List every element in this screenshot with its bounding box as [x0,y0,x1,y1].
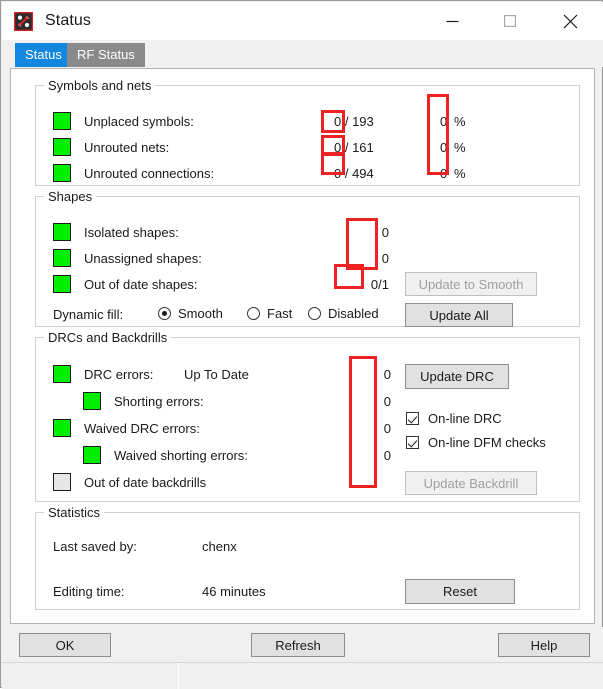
value-editing-time: 46 minutes [202,584,266,599]
maximize-icon [504,15,516,27]
title-bar: Status [2,2,603,40]
percent-unit-unrouted-nets: % [454,140,466,155]
update-backdrill-button[interactable]: Update Backdrill [405,471,537,495]
status-square-waived-drc-errors [53,419,71,437]
refresh-button[interactable]: Refresh [251,633,345,657]
label-out-of-date-shapes: Out of date shapes: [84,277,198,292]
label-drc-errors-state: Up To Date [184,367,249,382]
radio-dynamic-fill-smooth[interactable]: Smooth [158,306,223,321]
label-unplaced-symbols: Unplaced symbols: [84,114,194,129]
maximize-button[interactable] [487,2,533,40]
close-button[interactable] [547,2,593,40]
label-isolated-shapes: Isolated shapes: [84,225,179,240]
label-waived-drc-errors: Waived DRC errors: [84,421,200,436]
value-unrouted-nets: 0 / 161 [334,140,374,155]
update-to-smooth-button[interactable]: Update to Smooth [405,272,537,296]
group-title-drcs-and-backdrills: DRCs and Backdrills [44,330,172,345]
group-title-symbols-and-nets: Symbols and nets [44,78,156,93]
checkbox-online-dfm-checks[interactable]: On-line DFM checks [406,435,546,450]
tab-status[interactable]: Status [15,43,72,67]
percent-unrouted-nets: 0 [440,140,448,155]
percent-unrouted-connections: 0 [440,166,448,181]
radio-disabled-indicator [308,307,321,320]
checkbox-online-drc-indicator [406,412,419,425]
update-all-button[interactable]: Update All [405,303,513,327]
status-square-unassigned-shapes [53,249,71,267]
minimize-icon [446,20,458,22]
status-square-drc-errors [53,365,71,383]
close-icon [563,14,577,28]
group-shapes: Shapes Isolated shapes: Unassigned shape… [35,189,580,327]
checkbox-online-dfm-indicator [406,436,419,449]
percent-unit-unrouted-connections: % [454,166,466,181]
label-unrouted-connections: Unrouted connections: [84,166,215,181]
group-drcs-and-backdrills: DRCs and Backdrills DRC errors: Up To Da… [35,330,580,502]
label-last-saved-by: Last saved by: [53,539,137,554]
value-out-of-date-shapes: 0/1 [370,277,389,292]
radio-disabled-label: Disabled [328,306,379,321]
label-shorting-errors: Shorting errors: [114,394,204,409]
ok-button[interactable]: OK [19,633,111,657]
checkbox-online-dfm-label: On-line DFM checks [428,435,546,450]
status-square-unrouted-nets [53,138,71,156]
status-bar-separator [178,663,179,689]
allegro-pcb-icon [13,11,34,31]
value-waived-shorting-errors: 0 [383,448,391,463]
value-last-saved-by: chenx [202,539,237,554]
minimize-button[interactable] [429,2,475,40]
label-editing-time: Editing time: [53,584,125,599]
radio-fast-label: Fast [267,306,293,321]
status-square-out-of-date-shapes [53,275,71,293]
status-square-shorting-errors [83,392,101,410]
label-out-of-date-backdrills: Out of date backdrills [84,475,207,490]
group-symbols-and-nets: Symbols and nets Unplaced symbols: Unrou… [35,78,580,186]
update-drc-button[interactable]: Update DRC [405,364,509,389]
label-drc-errors: DRC errors: [84,367,154,382]
value-shorting-errors: 0 [383,394,391,409]
percent-unit-unplaced-symbols: % [454,114,466,129]
status-square-out-of-date-backdrills [53,473,71,491]
status-bar [2,662,603,689]
radio-smooth-label: Smooth [178,306,223,321]
value-drc-errors: 0 [383,367,391,382]
percent-unplaced-symbols: 0 [440,114,448,129]
group-title-shapes: Shapes [44,189,97,204]
status-dialog-window: Status Status RF Status Symbols and nets [0,0,603,689]
value-isolated-shapes: 0 [381,225,389,240]
value-waived-drc-errors: 0 [383,421,391,436]
radio-smooth-indicator [158,307,171,320]
radio-dynamic-fill-fast[interactable]: Fast [247,306,292,321]
group-title-statistics: Statistics [44,505,105,520]
label-unassigned-shapes: Unassigned shapes: [84,251,202,266]
radio-dynamic-fill-disabled[interactable]: Disabled [308,306,379,321]
label-dynamic-fill: Dynamic fill: [53,307,124,322]
help-button[interactable]: Help [498,633,590,657]
value-unplaced-symbols: 0 / 193 [334,114,374,129]
radio-fast-indicator [247,307,260,320]
group-statistics: Statistics Last saved by: chenx Editing … [35,505,580,610]
checkbox-online-drc-label: On-line DRC [428,411,502,426]
status-square-unplaced-symbols [53,112,71,130]
tab-strip: Status RF Status [2,40,603,67]
status-square-waived-shorting-errors [83,446,101,464]
reset-button[interactable]: Reset [405,579,515,604]
label-waived-shorting-errors: Waived shorting errors: [114,448,248,463]
window-title: Status [45,12,91,29]
value-unrouted-connections: 0 / 494 [334,166,374,181]
status-square-isolated-shapes [53,223,71,241]
label-unrouted-nets: Unrouted nets: [84,140,170,155]
value-unassigned-shapes: 0 [381,251,389,266]
checkbox-online-drc[interactable]: On-line DRC [406,411,502,426]
dialog-client-area: Symbols and nets Unplaced symbols: Unrou… [10,68,595,624]
dialog-footer: OK Refresh Help [2,627,603,662]
status-square-unrouted-connections [53,164,71,182]
tab-rf-status[interactable]: RF Status [67,43,145,67]
